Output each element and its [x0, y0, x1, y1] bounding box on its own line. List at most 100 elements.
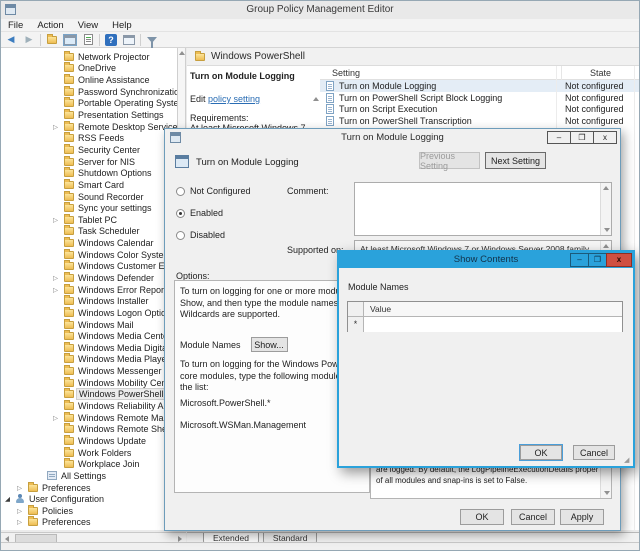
tree-item[interactable]: Windows Customer Experi [1, 260, 177, 273]
tree-item[interactable]: Windows Installer [1, 295, 177, 307]
maximize-icon[interactable]: ❐ [588, 253, 607, 267]
tree-item[interactable]: Presentation Settings [1, 109, 177, 121]
radio-icon[interactable] [176, 186, 185, 196]
tree-item-expander-icon[interactable]: ▷ [51, 286, 60, 294]
tree-item[interactable]: ▷ Policies [1, 504, 177, 517]
tree-item[interactable]: ▷ Windows Error Reporting [1, 283, 177, 296]
minimize-icon[interactable]: – [570, 253, 589, 267]
tree-item[interactable]: Windows Calendar [1, 237, 177, 249]
tree-item[interactable]: Windows Logon Options [1, 306, 177, 319]
tree-item[interactable]: ▷ Tablet PC [1, 213, 177, 226]
tree-item[interactable]: ▷ Preferences [1, 516, 177, 529]
ok-button[interactable]: OK [519, 444, 563, 461]
apply-button[interactable]: Apply [560, 509, 604, 525]
menu-item[interactable]: Help [105, 19, 139, 31]
scroll-down-icon[interactable] [603, 228, 610, 232]
radio-option[interactable]: Disabled [176, 229, 251, 241]
ok-button[interactable]: OK [460, 509, 504, 525]
tree-item-expander-icon[interactable]: ▷ [51, 123, 60, 131]
up-one-level-icon[interactable] [45, 33, 59, 46]
tree-item[interactable]: Shutdown Options [1, 167, 177, 179]
tree-item[interactable]: Sound Recorder [1, 190, 177, 203]
tree-item[interactable]: Windows Remote Shell [1, 423, 177, 436]
tree-item-expander-icon[interactable]: ▷ [15, 507, 24, 515]
cancel-button[interactable]: Cancel [511, 509, 555, 525]
scroll-up-icon[interactable] [603, 244, 609, 248]
grid-data-row[interactable]: * [348, 317, 622, 332]
tree-item[interactable]: Server for NIS [1, 155, 177, 168]
tree-item[interactable]: Password Synchronization [1, 85, 177, 98]
state-column-header[interactable]: State [561, 65, 639, 80]
tree-item[interactable]: Windows Update [1, 434, 177, 447]
tree-item[interactable]: RSS Feeds [1, 132, 177, 144]
radio-icon[interactable] [176, 208, 185, 218]
tree-item-expander-icon[interactable]: ▷ [51, 216, 60, 224]
tree-item[interactable]: Network Projector [1, 50, 177, 63]
tree-item[interactable]: Security Center [1, 143, 177, 156]
description-scroll-up-icon[interactable] [311, 92, 320, 102]
tree-item-expander-icon[interactable]: ▷ [15, 518, 24, 526]
tree-item[interactable]: Work Folders [1, 446, 177, 459]
tree-item[interactable]: Windows Messenger [1, 365, 177, 377]
help-icon[interactable]: ? [104, 33, 118, 46]
tree-item-expander-icon[interactable]: ▷ [51, 414, 60, 422]
next-setting-button[interactable]: Next Setting [485, 152, 546, 169]
export-list-icon[interactable] [81, 33, 95, 46]
tree-item[interactable]: Windows Color System [1, 248, 177, 261]
tree-item[interactable]: ◢ User Configuration [1, 493, 177, 505]
tree-item[interactable]: Windows PowerShell [1, 387, 177, 401]
radio-icon[interactable] [176, 230, 185, 240]
radio-option[interactable]: Enabled [176, 207, 251, 219]
tree-item[interactable]: Task Scheduler [1, 225, 177, 238]
resize-grip[interactable]: ◢ [624, 457, 632, 465]
tree-item[interactable]: ▷ Remote Desktop Services [1, 120, 177, 133]
menu-item[interactable]: File [1, 19, 30, 31]
settings-row[interactable]: Turn on Script Execution Not configured [320, 103, 639, 115]
show-button[interactable]: Show... [250, 337, 288, 352]
previous-setting-button[interactable]: Previous Setting [419, 151, 480, 171]
menu-item[interactable]: View [71, 19, 105, 31]
tree-item[interactable]: Windows Mail [1, 318, 177, 331]
settings-row[interactable]: Turn on PowerShell Script Block Logging … [320, 92, 639, 104]
tree-item[interactable]: Portable Operating System [1, 97, 177, 110]
tree-item[interactable]: Windows Reliability Analy [1, 400, 177, 412]
minimize-icon[interactable]: – [547, 131, 571, 144]
cancel-button[interactable]: Cancel [573, 445, 615, 460]
menu-item[interactable]: Action [30, 19, 70, 31]
tree-item[interactable]: ▷ Preferences [1, 481, 177, 494]
tree-item[interactable]: ▷ Windows Defender [1, 271, 177, 284]
scroll-up-icon[interactable] [178, 51, 185, 55]
tree-item[interactable]: Windows Media Digital Ri [1, 341, 177, 354]
comment-scrollbar[interactable] [600, 183, 611, 235]
radio-option[interactable]: Not Configured [176, 185, 251, 197]
close-icon[interactable]: x [593, 131, 617, 144]
tree-item-expander-icon[interactable]: ▷ [51, 274, 60, 282]
back-icon[interactable]: ◀ [4, 33, 18, 46]
tree-item[interactable]: ▷ Windows Remote Manage [1, 411, 177, 424]
comment-input[interactable] [354, 182, 612, 236]
value-cell-input[interactable] [364, 317, 622, 332]
tree-item[interactable]: OneDrive [1, 62, 177, 75]
tree-item-expander-icon[interactable]: ▷ [15, 484, 24, 492]
tree-item[interactable]: Windows Media Center [1, 330, 177, 342]
tree-item[interactable]: Online Assistance [1, 74, 177, 86]
settings-row[interactable]: Turn on Module Logging Not configured [320, 80, 639, 92]
settings-row[interactable]: Turn on PowerShell Transcription Not con… [320, 115, 639, 127]
filter-icon[interactable] [145, 33, 159, 48]
maximize-icon[interactable]: ❐ [570, 131, 594, 144]
show-console-tree-icon[interactable] [63, 33, 77, 46]
tree-item[interactable]: Smart Card [1, 178, 177, 191]
value-column-header[interactable]: Value [364, 302, 622, 316]
scroll-down-icon[interactable] [603, 491, 610, 495]
forward-icon[interactable]: ▶ [22, 33, 36, 46]
tree-item[interactable]: Workplace Join [1, 458, 177, 470]
close-icon[interactable]: x [606, 253, 632, 267]
properties-window-icon[interactable] [122, 33, 136, 46]
tree-item[interactable]: All Settings [1, 470, 177, 482]
scroll-up-icon[interactable] [603, 186, 609, 190]
tree-item[interactable]: Windows Mobility Center [1, 376, 177, 389]
tree-item-expander-icon[interactable]: ◢ [3, 495, 12, 503]
tree-item[interactable]: Windows Media Player [1, 353, 177, 366]
policy-setting-link[interactable]: policy setting [208, 94, 260, 104]
tree-item[interactable]: Sync your settings [1, 202, 177, 214]
